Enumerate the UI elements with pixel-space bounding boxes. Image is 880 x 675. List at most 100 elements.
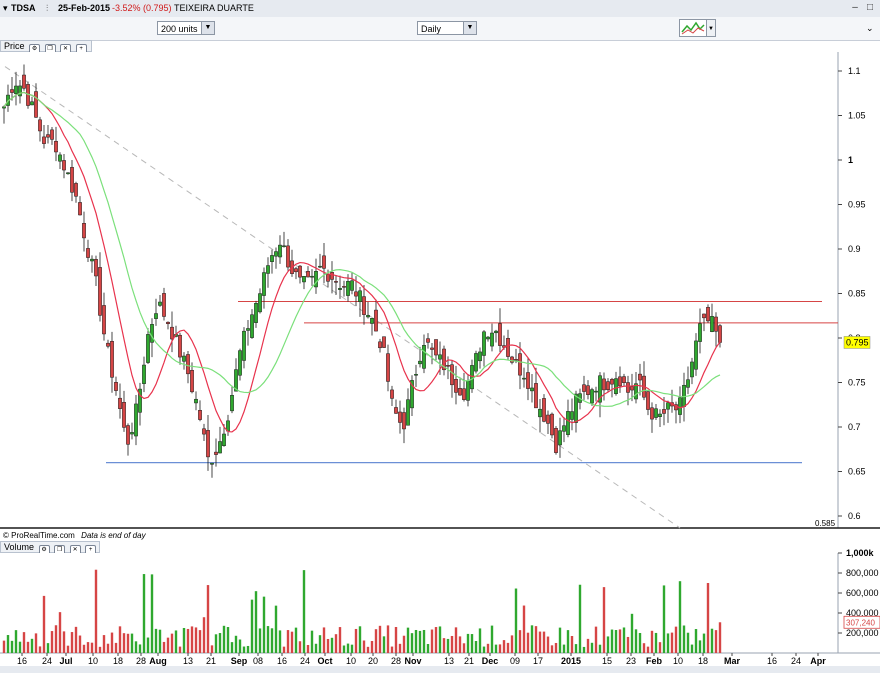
- candle-body: [666, 402, 670, 410]
- candle-body: [650, 407, 654, 420]
- volume-bar: [30, 638, 34, 653]
- volume-bar: [266, 626, 270, 653]
- candle-body: [718, 325, 722, 343]
- volume-bar: [138, 644, 142, 653]
- x-tick-label: 10: [673, 656, 683, 666]
- volume-bar: [678, 581, 682, 653]
- candle-body: [74, 183, 78, 197]
- volume-bar: [218, 633, 222, 653]
- x-tick-label: Dec: [482, 656, 499, 666]
- minimize-icon[interactable]: –: [849, 2, 861, 14]
- x-tick-label: 08: [253, 656, 263, 666]
- candle-body: [198, 410, 202, 420]
- candle-body: [466, 380, 470, 401]
- volume-chart-svg[interactable]: 1,000k800,000600,000400,000200,000307,24…: [0, 541, 880, 673]
- collapse-icon[interactable]: ⌄: [866, 23, 874, 34]
- window-titlebar: ▾ TDSA ⫶ 25-Feb-2015 -3.52% (0.795) TEIX…: [0, 0, 880, 18]
- copyright-footer: © ProRealTime.com Data is end of day: [3, 531, 146, 540]
- volume-bar: [462, 643, 466, 653]
- candle-body: [110, 341, 114, 378]
- chevron-down-icon[interactable]: ▼: [201, 22, 214, 34]
- volume-bar: [522, 605, 526, 653]
- volume-bar: [278, 630, 282, 653]
- price-chart[interactable]: 1.11.0510.950.90.850.80.750.70.650.60.79…: [0, 40, 880, 530]
- candle-body: [606, 381, 610, 390]
- candle-body: [338, 288, 342, 290]
- volume-bar: [98, 646, 102, 653]
- volume-bar: [358, 626, 362, 653]
- volume-bar: [610, 629, 614, 653]
- y-tick-label: 0.7: [848, 422, 861, 432]
- candle-body: [182, 355, 186, 362]
- volume-bar: [714, 630, 718, 653]
- candle-body: [698, 323, 702, 342]
- candle-body: [422, 344, 426, 369]
- volume-bar: [690, 644, 694, 653]
- candle-body: [478, 351, 482, 362]
- volume-y-tick-label: 600,000: [846, 588, 879, 598]
- candle-body: [354, 291, 358, 297]
- candle-body: [54, 140, 58, 153]
- period-select[interactable]: Daily ▼: [417, 21, 477, 35]
- candle-body: [614, 378, 618, 395]
- volume-bar: [286, 630, 290, 653]
- volume-bar: [498, 644, 502, 653]
- candle-body: [618, 376, 622, 387]
- volume-bar: [702, 633, 706, 653]
- x-tick-label: 15: [602, 656, 612, 666]
- volume-bar: [542, 631, 546, 653]
- volume-bar: [86, 642, 90, 653]
- x-tick-label: 21: [464, 656, 474, 666]
- units-select[interactable]: 200 units ▼: [157, 21, 215, 35]
- volume-bar: [90, 642, 94, 653]
- volume-bar: [22, 632, 26, 653]
- candle-body: [494, 330, 498, 334]
- volume-bar: [166, 637, 170, 653]
- y-tick-label: 0.6: [848, 511, 861, 521]
- volume-bar: [594, 626, 598, 653]
- candle-body: [514, 359, 518, 361]
- volume-bar: [614, 630, 618, 653]
- volume-bar: [142, 574, 146, 653]
- candle-body: [398, 411, 402, 423]
- volume-bar: [582, 646, 586, 653]
- candle-body: [538, 408, 542, 418]
- volume-bar: [6, 635, 10, 653]
- volume-bar: [194, 627, 198, 653]
- volume-bar: [394, 626, 398, 653]
- volume-bar: [634, 629, 638, 653]
- candle-body: [62, 160, 66, 171]
- volume-bar: [458, 636, 462, 653]
- volume-bar: [114, 642, 118, 653]
- volume-bar: [202, 617, 206, 653]
- candle-body: [18, 85, 22, 97]
- maximize-icon[interactable]: □: [864, 2, 876, 14]
- volume-bar: [518, 630, 522, 653]
- volume-bar: [170, 633, 174, 653]
- volume-bar: [310, 630, 314, 653]
- chevron-down-icon[interactable]: ▼: [463, 22, 476, 34]
- price-chart-svg[interactable]: 1.11.0510.950.90.850.80.750.70.650.60.79…: [0, 40, 880, 530]
- volume-bar: [450, 635, 454, 653]
- menu-arrow-icon[interactable]: ▾: [3, 3, 8, 14]
- volume-bar: [362, 640, 366, 653]
- candle-body: [534, 383, 538, 409]
- chart-style-button[interactable]: [679, 19, 707, 37]
- volume-bar: [538, 631, 542, 653]
- candle-body: [370, 318, 374, 324]
- candle-body: [550, 413, 554, 436]
- volume-bar: [70, 632, 74, 653]
- volume-bar: [46, 643, 50, 653]
- volume-bar: [466, 633, 470, 653]
- volume-bar: [326, 638, 330, 653]
- volume-bar: [378, 625, 382, 653]
- volume-bar: [398, 643, 402, 653]
- x-tick-label: 18: [113, 656, 123, 666]
- volume-bar: [322, 627, 326, 653]
- symbol-label: TDSA: [11, 3, 36, 13]
- candle-body: [490, 332, 494, 347]
- chevron-down-icon[interactable]: ▼: [707, 19, 716, 37]
- volume-bar: [210, 645, 214, 653]
- volume-chart[interactable]: 1,000k 800,000 600,000 400,000 200,000 307,24…: [0, 541, 880, 673]
- plot-background: [0, 52, 838, 528]
